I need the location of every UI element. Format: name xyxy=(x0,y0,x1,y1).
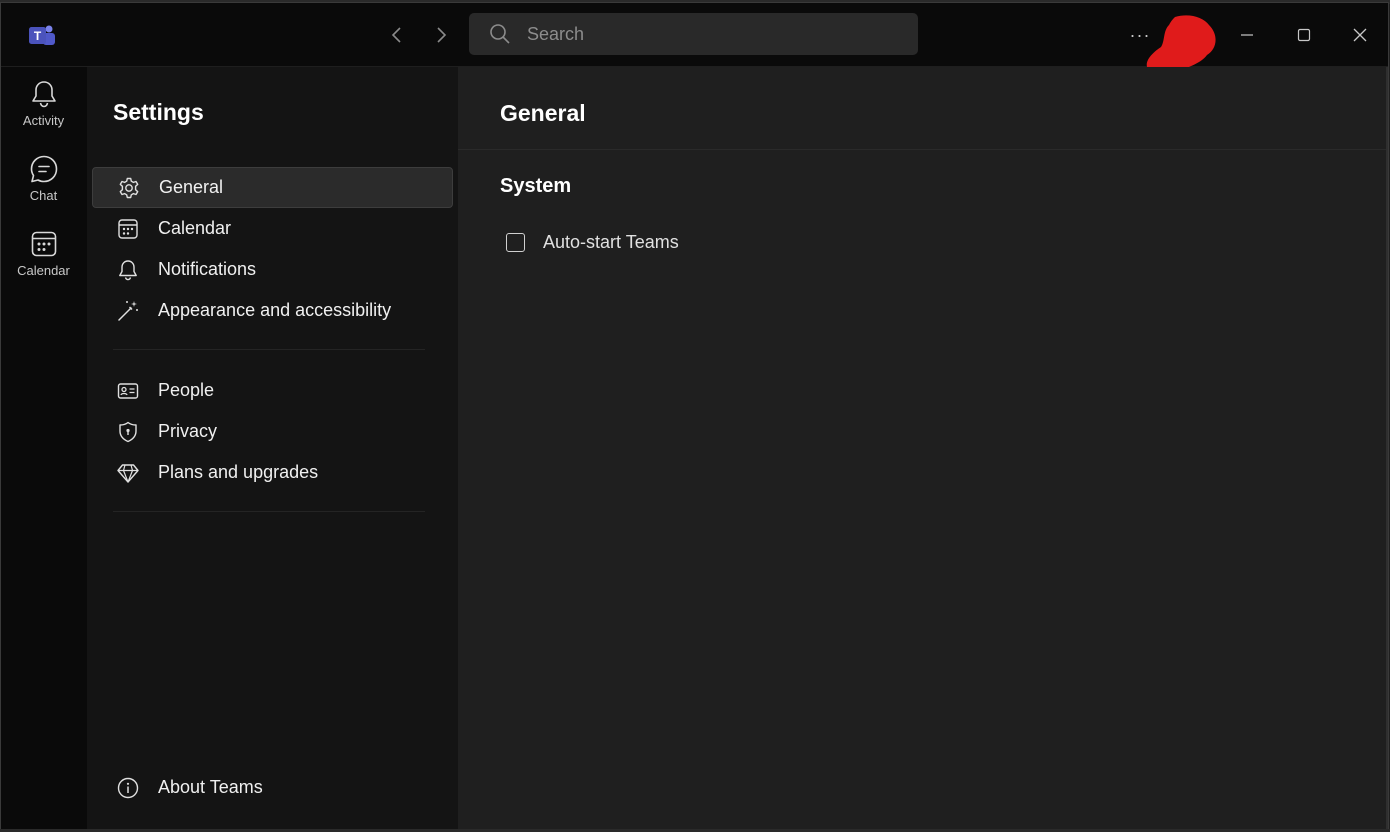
settings-title: Settings xyxy=(113,99,204,125)
contact-card-icon xyxy=(116,379,140,403)
content-divider xyxy=(458,149,1388,150)
close-button[interactable] xyxy=(1343,19,1377,51)
search-input[interactable] xyxy=(525,22,889,46)
rail-item-calendar[interactable]: Calendar xyxy=(1,229,86,301)
title-bar: T ··· xyxy=(1,3,1388,76)
gear-icon xyxy=(117,176,141,200)
chevron-right-icon xyxy=(437,27,447,43)
calendar-icon xyxy=(31,231,56,257)
bell-icon xyxy=(31,81,56,108)
settings-item-label: Notifications xyxy=(158,259,257,279)
magic-wand-icon xyxy=(116,299,140,323)
settings-panel: Settings General Calendar Notifications … xyxy=(87,67,458,829)
rail-label-chat: Chat xyxy=(29,188,58,203)
settings-item-calendar[interactable]: Calendar xyxy=(92,208,453,249)
auto-start-checkbox[interactable] xyxy=(506,232,525,252)
search-icon xyxy=(490,24,510,44)
section-title: System xyxy=(500,175,572,197)
window-edge xyxy=(1386,67,1388,829)
minimize-icon xyxy=(1241,34,1253,36)
logo-letter: T xyxy=(34,29,42,43)
shield-icon xyxy=(116,420,140,444)
back-button[interactable] xyxy=(383,21,411,49)
search-box[interactable] xyxy=(469,13,918,55)
info-icon xyxy=(116,776,140,800)
settings-item-label: Calendar xyxy=(158,218,232,238)
chevron-left-icon xyxy=(391,27,401,43)
settings-item-label: Plans and upgrades xyxy=(158,462,319,482)
settings-item-privacy[interactable]: Privacy xyxy=(92,411,453,452)
settings-item-label: Appearance and accessibility xyxy=(158,300,392,320)
settings-item-appearance[interactable]: Appearance and accessibility xyxy=(92,290,453,331)
settings-item-label: General xyxy=(159,177,224,197)
settings-item-about[interactable]: About Teams xyxy=(92,767,453,808)
rail-label-calendar: Calendar xyxy=(17,263,70,278)
settings-item-plans[interactable]: Plans and upgrades xyxy=(92,452,453,493)
auto-start-label: Auto-start Teams xyxy=(543,231,679,252)
settings-item-people[interactable]: People xyxy=(92,370,453,411)
page-title: General xyxy=(500,100,586,126)
app-rail: Activity Chat Calendar xyxy=(1,67,86,829)
teams-logo-icon[interactable]: T xyxy=(28,23,56,49)
auto-start-option[interactable]: Auto-start Teams xyxy=(506,229,679,255)
forward-button[interactable] xyxy=(427,21,455,49)
rail-label-activity: Activity xyxy=(22,113,65,128)
settings-item-label: People xyxy=(158,380,215,400)
calendar-icon xyxy=(116,217,140,241)
teams-window: T ··· xyxy=(0,2,1389,830)
chat-icon xyxy=(30,155,57,183)
diamond-icon xyxy=(116,461,140,485)
maximize-icon xyxy=(1297,28,1311,42)
settings-content: General System Auto-start Teams xyxy=(458,67,1388,829)
menu-divider xyxy=(113,511,425,512)
settings-item-label: Privacy xyxy=(158,421,218,441)
menu-divider xyxy=(113,349,425,350)
rail-item-activity[interactable]: Activity xyxy=(1,79,86,151)
settings-item-label: About Teams xyxy=(158,777,263,797)
close-icon xyxy=(1353,28,1367,42)
settings-item-notifications[interactable]: Notifications xyxy=(92,249,453,290)
settings-item-general[interactable]: General xyxy=(92,167,453,208)
maximize-button[interactable] xyxy=(1287,19,1321,51)
minimize-button[interactable] xyxy=(1230,19,1264,51)
rail-item-chat[interactable]: Chat xyxy=(1,154,86,226)
bell-icon xyxy=(116,258,140,282)
